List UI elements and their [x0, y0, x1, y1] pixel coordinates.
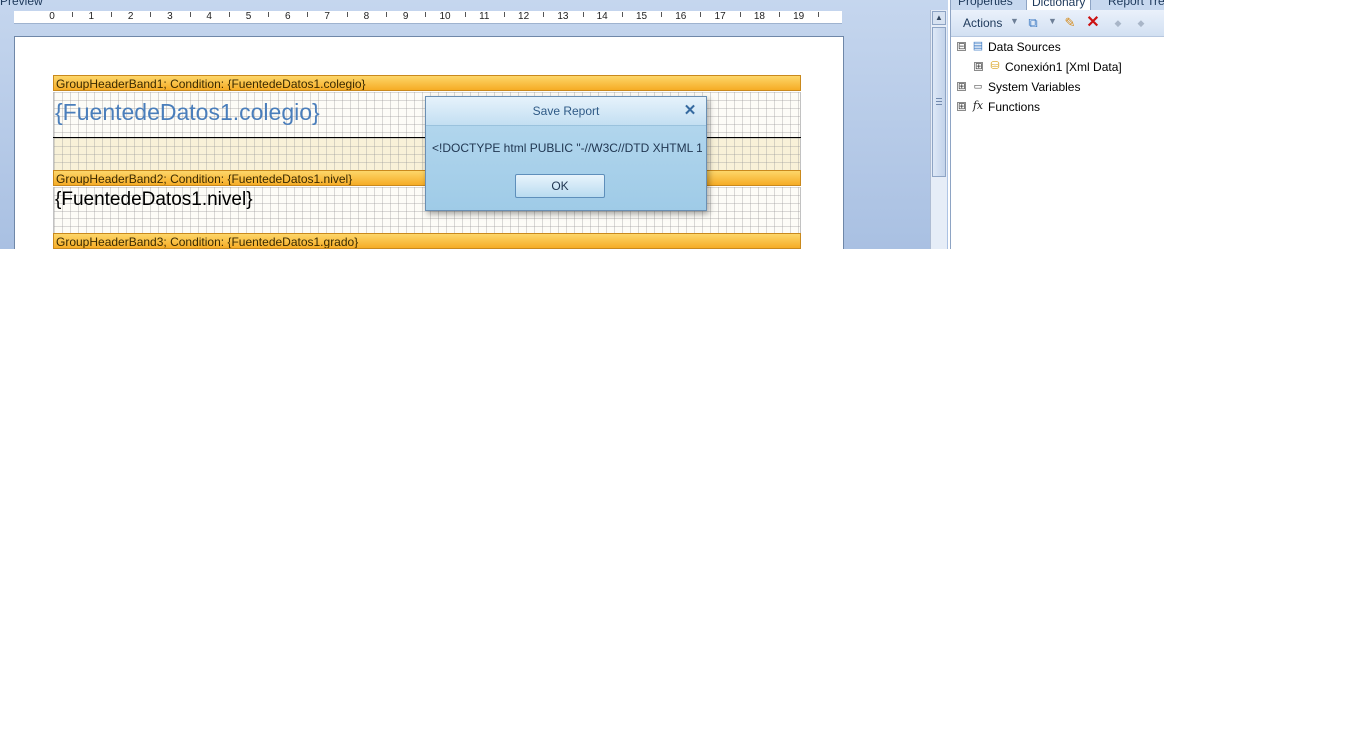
tree-node-label: System Variables	[988, 80, 1081, 94]
vertical-scrollbar[interactable]: ▲	[930, 10, 947, 249]
ruler-tick	[464, 12, 466, 17]
expand-icon[interactable]: ⊞	[974, 62, 983, 71]
ruler-tick	[307, 12, 309, 17]
system-variables-icon: ▭	[973, 81, 983, 91]
expand-icon[interactable]: ⊞	[957, 82, 966, 91]
ruler-tick	[189, 12, 191, 17]
panel-tabs: Properties Dictionary Report Tree	[951, 0, 1164, 10]
functions-icon: fx	[972, 99, 984, 112]
scroll-thumb[interactable]	[932, 27, 946, 177]
ruler-number: 9	[402, 11, 409, 22]
save-report-dialog: Save Report ✕ <!DOCTYPE html PUBLIC "-//…	[425, 96, 707, 211]
grip-line	[936, 104, 942, 105]
chevron-down-icon[interactable]: ▼	[1048, 16, 1057, 26]
dialog-message: <!DOCTYPE html PUBLIC "-//W3C//DTD XHTML…	[432, 141, 702, 155]
ruler-tick	[661, 12, 663, 17]
ruler-tick	[268, 12, 270, 17]
scroll-up-icon[interactable]: ▲	[932, 11, 946, 25]
ruler-tick	[71, 12, 73, 17]
expand-icon[interactable]: ⊞	[957, 102, 966, 111]
tree-node-functions[interactable]: ⊞ fx Functions	[957, 98, 1157, 116]
edit-icon[interactable]: ✎	[1062, 15, 1078, 31]
tree-node-label: Functions	[988, 100, 1041, 114]
ruler-number: 16	[675, 11, 687, 22]
tree-node-label: Data Sources	[988, 40, 1061, 54]
tree-node-data-sources[interactable]: ⊟ ▤ Data Sources	[957, 38, 1157, 56]
close-icon[interactable]: ✕	[682, 103, 698, 119]
ruler-number: 15	[635, 11, 648, 22]
tab-report-tree[interactable]: Report Tree	[1103, 0, 1164, 10]
ruler-number: 12	[518, 11, 530, 22]
screenshot-area: Preview 0 1 2 3 4 5 6 7 8 9 10 11 12 13 14 15 16 17 18 19 G…	[0, 0, 1164, 249]
report-designer: Preview 0 1 2 3 4 5 6 7 8 9 10 11 12 13 14 15 16 17 18 19 G…	[0, 0, 948, 249]
nivel-text-field[interactable]: {FuentedeDatos1.nivel}	[55, 189, 253, 211]
chevron-down-icon[interactable]: ▼	[1010, 16, 1019, 26]
ruler-number: 19	[793, 11, 805, 22]
ruler-number: 10	[439, 11, 451, 22]
group-header-band-1[interactable]: GroupHeaderBand1; Condition: {FuentedeDa…	[53, 75, 801, 91]
ruler-tick	[739, 12, 741, 17]
dictionary-toolbar: Actions ▼ ⧉ ▼ ✎ ✕ ◆ ◆	[951, 10, 1164, 37]
grip-line	[936, 101, 942, 102]
new-item-icon[interactable]: ⧉	[1025, 15, 1041, 31]
ruler-tick	[543, 12, 545, 17]
ruler-number: 6	[285, 11, 291, 22]
dictionary-panel: Properties Dictionary Report Tree Action…	[950, 0, 1164, 249]
ruler-tick	[503, 12, 505, 17]
collapse-icon[interactable]: ⊟	[957, 42, 966, 51]
ruler-tick	[346, 12, 348, 17]
ruler-number: 18	[753, 11, 765, 22]
ruler-number: 1	[88, 11, 95, 22]
data-sources-icon: ▤	[972, 40, 984, 52]
ruler-number: 4	[206, 11, 212, 22]
ruler-number: 2	[127, 11, 134, 22]
grip-line	[936, 98, 942, 99]
move-down-icon[interactable]: ◆	[1133, 15, 1149, 31]
dialog-title: Save Report	[426, 97, 706, 126]
ruler-tick	[228, 12, 230, 17]
ruler-number: 5	[245, 11, 252, 22]
ruler-tick	[700, 12, 702, 17]
colegio-text-field[interactable]: {FuentedeDatos1.colegio}	[55, 99, 320, 126]
ruler-number: 13	[557, 11, 569, 22]
group-header-band-3[interactable]: GroupHeaderBand3; Condition: {FuentedeDa…	[53, 233, 801, 249]
tree-node-label: Conexión1 [Xml Data]	[1005, 60, 1122, 74]
ruler-number: 7	[324, 11, 330, 22]
horizontal-ruler: 0 1 2 3 4 5 6 7 8 9 10 11 12 13 14 15 16 17 18 19	[14, 11, 842, 24]
ruler-tick	[779, 12, 781, 17]
database-icon: ⛁	[990, 60, 1000, 72]
move-up-icon[interactable]: ◆	[1110, 15, 1126, 31]
tab-preview[interactable]: Preview	[0, 0, 43, 8]
ruler-tick	[150, 12, 152, 17]
ruler-number: 3	[167, 11, 173, 22]
tab-properties[interactable]: Properties	[953, 0, 1018, 10]
ruler-number: 17	[714, 11, 726, 22]
ruler-tick	[425, 12, 427, 17]
ruler-tick	[110, 12, 112, 17]
ruler-tick	[621, 12, 623, 17]
tree-node-system-variables[interactable]: ⊞ ▭ System Variables	[957, 78, 1157, 96]
delete-icon[interactable]: ✕	[1085, 15, 1101, 31]
tab-dictionary[interactable]: Dictionary	[1026, 0, 1092, 10]
ruler-number: 11	[479, 11, 490, 22]
band-2-lower-area	[53, 218, 801, 233]
actions-menu[interactable]: Actions	[963, 16, 1002, 30]
tree-node-conexion1[interactable]: ⊞ ⛁ Conexión1 [Xml Data]	[974, 58, 1159, 76]
ok-button[interactable]: OK	[515, 174, 605, 198]
ruler-number: 8	[363, 11, 370, 22]
ruler-tick	[386, 12, 388, 17]
ruler-number: 0	[49, 11, 55, 22]
ruler-tick	[582, 12, 584, 17]
ruler-number: 14	[596, 11, 608, 22]
ruler-tick	[818, 12, 820, 17]
